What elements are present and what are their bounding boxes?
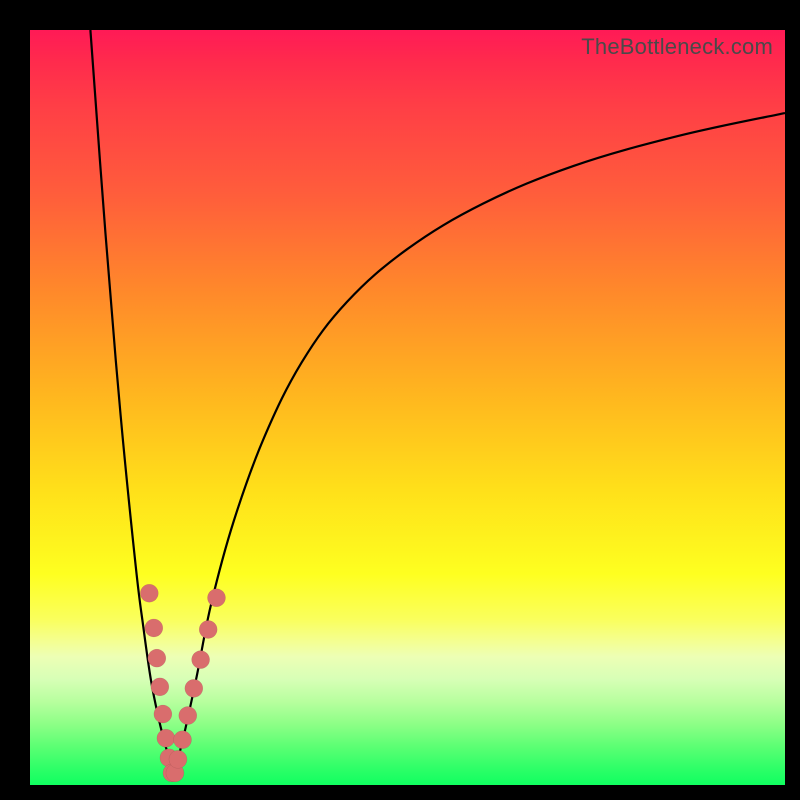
curve-right-branch xyxy=(173,113,785,770)
data-marker xyxy=(140,584,158,602)
data-marker xyxy=(154,705,172,723)
data-marker xyxy=(157,729,175,747)
chart-frame: TheBottleneck.com xyxy=(0,0,800,800)
data-marker xyxy=(207,589,225,607)
data-marker xyxy=(145,619,163,637)
data-marker xyxy=(151,678,169,696)
data-marker xyxy=(174,731,192,749)
data-marker xyxy=(179,707,197,725)
data-marker xyxy=(169,750,187,768)
data-marker xyxy=(192,651,210,669)
plot-area: TheBottleneck.com xyxy=(30,30,785,785)
data-marker xyxy=(185,679,203,697)
data-marker xyxy=(199,620,217,638)
markers-group xyxy=(140,584,225,782)
chart-svg xyxy=(30,30,785,785)
data-marker xyxy=(148,649,166,667)
